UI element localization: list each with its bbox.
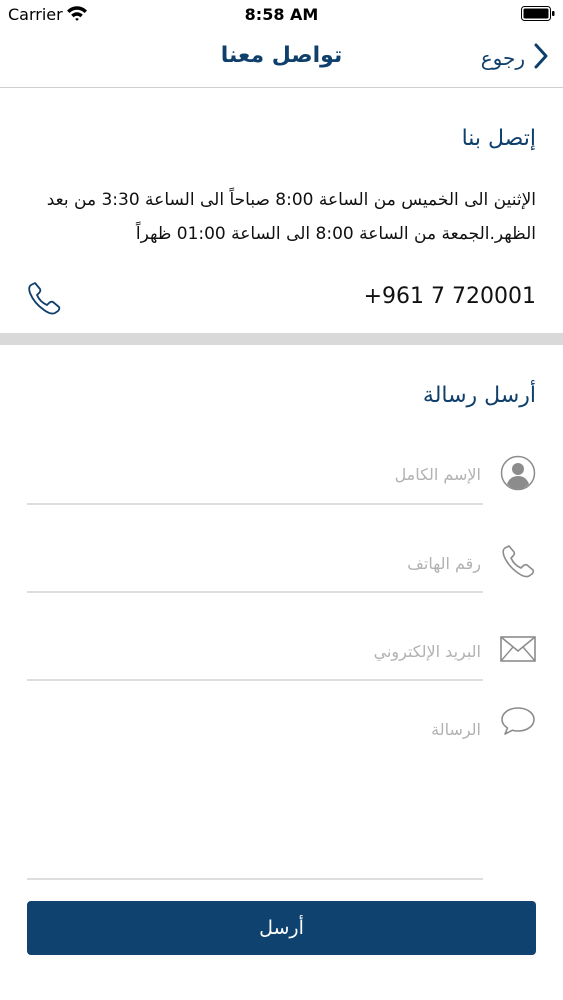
phone-underline <box>27 591 483 593</box>
full-name-input[interactable] <box>41 463 481 485</box>
phone-number[interactable]: +961 7 720001 <box>364 284 536 309</box>
back-label: رجوع <box>480 46 525 70</box>
message-field <box>27 706 536 882</box>
email-underline <box>27 679 483 681</box>
phone-input[interactable] <box>41 552 481 574</box>
full-name-underline <box>27 503 483 505</box>
back-button[interactable]: رجوع <box>481 40 549 76</box>
section-divider <box>0 333 563 345</box>
page-title: تواصل معنا <box>220 43 343 68</box>
phone-icon <box>500 543 536 583</box>
navigation-bar: تواصل معنا رجوع <box>0 30 563 88</box>
status-bar: Carrier 8:58 AM <box>0 0 563 30</box>
contact-heading: إتصل بنا <box>461 126 536 151</box>
email-field <box>27 631 536 683</box>
phone-row[interactable]: +961 7 720001 <box>0 278 563 324</box>
phone-icon[interactable] <box>26 280 62 320</box>
message-input[interactable] <box>41 720 481 870</box>
message-heading: أرسل رسالة <box>422 383 536 408</box>
envelope-icon <box>500 636 536 666</box>
email-input[interactable] <box>41 640 481 662</box>
clock: 8:58 AM <box>244 5 319 24</box>
full-name-field <box>27 455 536 507</box>
chevron-right-icon <box>533 42 549 74</box>
working-hours-text: الإثنين الى الخميس من الساعة 8:00 صباحاً… <box>46 190 536 244</box>
phone-field <box>27 543 536 595</box>
message-underline <box>27 878 483 880</box>
battery-icon <box>521 6 555 21</box>
send-button[interactable]: أرسل <box>27 901 536 955</box>
chat-bubble-icon <box>500 706 536 740</box>
user-icon <box>500 455 536 495</box>
